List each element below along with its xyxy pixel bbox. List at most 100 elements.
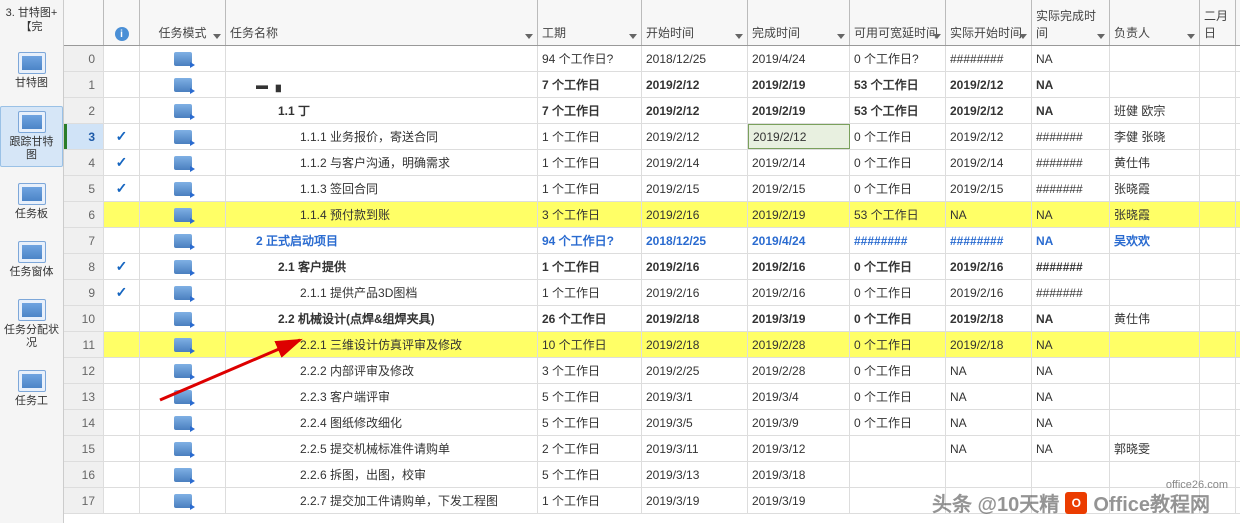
indicator-cell[interactable]	[104, 72, 140, 97]
finish-cell[interactable]: 2019/2/14	[748, 150, 850, 175]
actual-finish-cell[interactable]: #######	[1032, 176, 1110, 201]
sidebar-item-taskusage[interactable]: 任务分配状况	[0, 295, 63, 354]
indicator-cell[interactable]: ✓	[104, 176, 140, 201]
finish-cell[interactable]: 2019/2/16	[748, 254, 850, 279]
owner-cell[interactable]	[1110, 254, 1200, 279]
task-name-cell[interactable]: 1.1.2 与客户沟通，明确需求	[226, 150, 538, 175]
start-cell[interactable]: 2018/12/25	[642, 46, 748, 71]
mode-cell[interactable]	[140, 410, 226, 435]
feb-cell[interactable]	[1200, 384, 1236, 409]
sidebar-item-taskboard[interactable]: 任务板	[11, 179, 52, 225]
slack-cell[interactable]: 53 个工作日	[850, 98, 946, 123]
slack-cell[interactable]: 0 个工作日	[850, 150, 946, 175]
slack-cell[interactable]	[850, 462, 946, 487]
owner-cell[interactable]: 张晓霞	[1110, 202, 1200, 227]
task-name-cell[interactable]: 1.1.1 业务报价，寄送合同	[226, 124, 538, 149]
start-cell[interactable]: 2018/12/25	[642, 228, 748, 253]
duration-cell[interactable]: 1 个工作日	[538, 150, 642, 175]
col-header-name[interactable]: 任务名称	[226, 0, 538, 45]
actual-start-cell[interactable]: 2019/2/14	[946, 150, 1032, 175]
finish-cell[interactable]: 2019/2/19	[748, 98, 850, 123]
duration-cell[interactable]: 94 个工作日?	[538, 228, 642, 253]
finish-cell[interactable]: 2019/2/16	[748, 280, 850, 305]
col-header-finish[interactable]: 完成时间	[748, 0, 850, 45]
slack-cell[interactable]: 0 个工作日	[850, 254, 946, 279]
row-id[interactable]: 5	[64, 176, 104, 201]
finish-cell[interactable]: 2019/3/12	[748, 436, 850, 461]
finish-cell[interactable]: 2019/2/15	[748, 176, 850, 201]
table-row[interactable]: 8✓2.1 客户提供1 个工作日2019/2/162019/2/160 个工作日…	[64, 254, 1240, 280]
duration-cell[interactable]: 7 个工作日	[538, 98, 642, 123]
duration-cell[interactable]: 1 个工作日	[538, 280, 642, 305]
actual-finish-cell[interactable]: NA	[1032, 202, 1110, 227]
actual-start-cell[interactable]: 2019/2/18	[946, 306, 1032, 331]
feb-cell[interactable]	[1200, 410, 1236, 435]
row-id[interactable]: 9	[64, 280, 104, 305]
col-header-start[interactable]: 开始时间	[642, 0, 748, 45]
actual-start-cell[interactable]: 2019/2/12	[946, 72, 1032, 97]
owner-cell[interactable]	[1110, 410, 1200, 435]
task-name-cell[interactable]: 2.2.5 提交机械标准件请购单	[226, 436, 538, 461]
feb-cell[interactable]	[1200, 176, 1236, 201]
indicator-cell[interactable]	[104, 384, 140, 409]
feb-cell[interactable]	[1200, 202, 1236, 227]
finish-cell[interactable]: 2019/3/19	[748, 306, 850, 331]
row-id[interactable]: 17	[64, 488, 104, 513]
duration-cell[interactable]: 94 个工作日?	[538, 46, 642, 71]
actual-finish-cell[interactable]: NA	[1032, 436, 1110, 461]
col-header-slack[interactable]: 可用可宽延时间	[850, 0, 946, 45]
finish-cell[interactable]: 2019/3/4	[748, 384, 850, 409]
row-id[interactable]: 11	[64, 332, 104, 357]
indicator-cell[interactable]	[104, 410, 140, 435]
actual-start-cell[interactable]	[946, 462, 1032, 487]
indicator-cell[interactable]	[104, 306, 140, 331]
slack-cell[interactable]: 0 个工作日	[850, 332, 946, 357]
row-id[interactable]: 2	[64, 98, 104, 123]
actual-start-cell[interactable]: 2019/2/16	[946, 280, 1032, 305]
row-id[interactable]: 12	[64, 358, 104, 383]
owner-cell[interactable]: 李健 张晓	[1110, 124, 1200, 149]
mode-cell[interactable]	[140, 228, 226, 253]
duration-cell[interactable]: 10 个工作日	[538, 332, 642, 357]
row-id[interactable]: 14	[64, 410, 104, 435]
actual-finish-cell[interactable]: #######	[1032, 254, 1110, 279]
finish-cell[interactable]: 2019/3/9	[748, 410, 850, 435]
slack-cell[interactable]: 0 个工作日?	[850, 46, 946, 71]
slack-cell[interactable]: 0 个工作日	[850, 124, 946, 149]
start-cell[interactable]: 2019/2/15	[642, 176, 748, 201]
feb-cell[interactable]	[1200, 98, 1236, 123]
mode-cell[interactable]	[140, 202, 226, 227]
row-id[interactable]: 10	[64, 306, 104, 331]
duration-cell[interactable]: 7 个工作日	[538, 72, 642, 97]
finish-cell[interactable]: 2019/2/12	[748, 124, 850, 149]
row-id[interactable]: 0	[64, 46, 104, 71]
feb-cell[interactable]	[1200, 150, 1236, 175]
owner-cell[interactable]	[1110, 280, 1200, 305]
table-row[interactable]: 162.2.6 拆图，出图，校审5 个工作日2019/3/132019/3/18	[64, 462, 1240, 488]
col-header-afinish[interactable]: 实际完成时间	[1032, 0, 1110, 45]
indicator-cell[interactable]	[104, 228, 140, 253]
start-cell[interactable]: 2019/2/12	[642, 98, 748, 123]
actual-finish-cell[interactable]: NA	[1032, 228, 1110, 253]
owner-cell[interactable]	[1110, 72, 1200, 97]
actual-finish-cell[interactable]: #######	[1032, 124, 1110, 149]
task-name-cell[interactable]	[226, 46, 538, 71]
duration-cell[interactable]: 1 个工作日	[538, 176, 642, 201]
finish-cell[interactable]: 2019/2/28	[748, 332, 850, 357]
task-name-cell[interactable]: 1.1 丁	[226, 98, 538, 123]
task-name-cell[interactable]: 1.1.3 签回合同	[226, 176, 538, 201]
actual-start-cell[interactable]: ########	[946, 46, 1032, 71]
table-row[interactable]: 4✓1.1.2 与客户沟通，明确需求1 个工作日2019/2/142019/2/…	[64, 150, 1240, 176]
finish-cell[interactable]: 2019/4/24	[748, 46, 850, 71]
actual-start-cell[interactable]: 2019/2/12	[946, 124, 1032, 149]
finish-cell[interactable]: 2019/2/28	[748, 358, 850, 383]
start-cell[interactable]: 2019/2/14	[642, 150, 748, 175]
duration-cell[interactable]: 1 个工作日	[538, 488, 642, 513]
start-cell[interactable]: 2019/3/11	[642, 436, 748, 461]
owner-cell[interactable]: 郭晓雯	[1110, 436, 1200, 461]
mode-cell[interactable]	[140, 306, 226, 331]
start-cell[interactable]: 2019/3/1	[642, 384, 748, 409]
owner-cell[interactable]: 班健 欧宗	[1110, 98, 1200, 123]
owner-cell[interactable]: 吴欢欢	[1110, 228, 1200, 253]
actual-finish-cell[interactable]: NA	[1032, 46, 1110, 71]
